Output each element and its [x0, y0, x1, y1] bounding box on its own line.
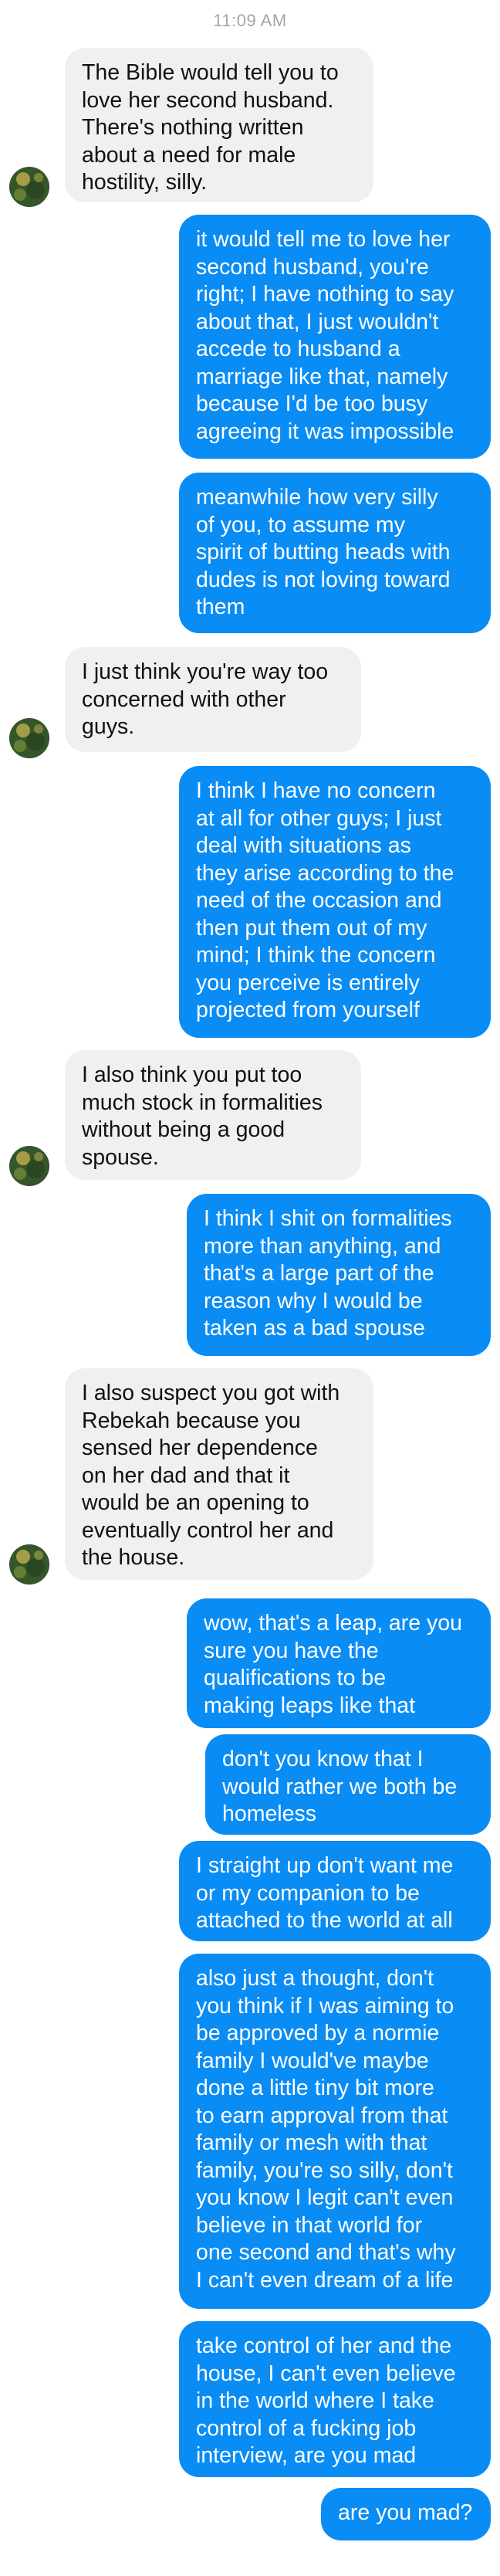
avatar-image: [9, 1146, 49, 1186]
message-bubble-outgoing[interactable]: also just a thought, don't you think if …: [179, 1954, 491, 2309]
avatar-image: [9, 1544, 49, 1585]
message-bubble-outgoing[interactable]: take control of her and the house, I can…: [179, 2321, 491, 2477]
avatar-image: [9, 718, 49, 758]
message-bubble-outgoing[interactable]: don't you know that I would rather we bo…: [205, 1734, 491, 1835]
message-bubble-outgoing[interactable]: meanwhile how very silly of you, to assu…: [179, 473, 491, 633]
message-bubble-incoming[interactable]: I also think you put too much stock in f…: [65, 1050, 361, 1180]
avatar-image: [9, 167, 49, 207]
message-timestamp: 11:09 AM: [213, 11, 287, 30]
message-bubble-outgoing[interactable]: I think I have no concern at all for oth…: [179, 766, 491, 1038]
message-bubble-outgoing[interactable]: are you mad?: [321, 2488, 491, 2540]
message-bubble-incoming[interactable]: I also suspect you got with Rebekah beca…: [65, 1368, 373, 1580]
contact-avatar[interactable]: [9, 1146, 49, 1186]
message-bubble-outgoing[interactable]: wow, that's a leap, are you sure you hav…: [187, 1598, 491, 1728]
contact-avatar[interactable]: [9, 1544, 49, 1585]
message-bubble-outgoing[interactable]: I think I shit on formalities more than …: [187, 1194, 491, 1356]
message-bubble-incoming[interactable]: The Bible would tell you to love her sec…: [65, 48, 373, 202]
message-bubble-outgoing[interactable]: I straight up don't want me or my compan…: [179, 1841, 491, 1941]
message-bubble-outgoing[interactable]: it would tell me to love her second husb…: [179, 215, 491, 459]
message-bubble-incoming[interactable]: I just think you're way too concerned wi…: [65, 647, 361, 752]
contact-avatar[interactable]: [9, 167, 49, 207]
contact-avatar[interactable]: [9, 718, 49, 758]
